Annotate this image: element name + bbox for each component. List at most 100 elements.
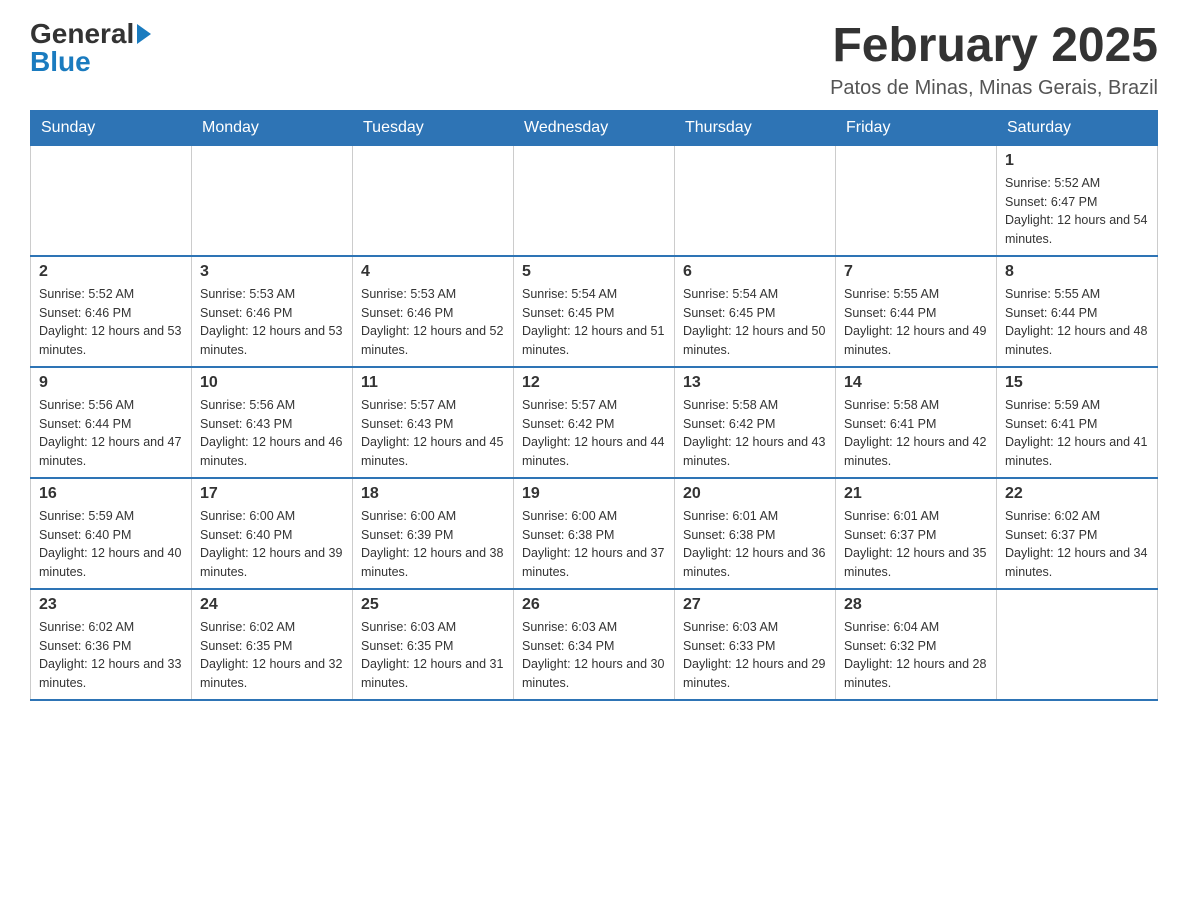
logo-arrow-icon [137,24,151,44]
day-info: Sunrise: 5:54 AMSunset: 6:45 PMDaylight:… [522,285,666,360]
calendar-cell [192,145,353,256]
weekday-header-tuesday: Tuesday [353,110,514,145]
day-info: Sunrise: 6:01 AMSunset: 6:37 PMDaylight:… [844,507,988,582]
day-info: Sunrise: 5:59 AMSunset: 6:41 PMDaylight:… [1005,396,1149,471]
calendar-cell: 8 Sunrise: 5:55 AMSunset: 6:44 PMDaylight… [997,256,1158,367]
day-number: 11 [361,374,505,392]
calendar-cell [997,589,1158,700]
day-info: Sunrise: 6:03 AMSunset: 6:34 PMDaylight:… [522,618,666,693]
day-info: Sunrise: 6:01 AMSunset: 6:38 PMDaylight:… [683,507,827,582]
day-info: Sunrise: 5:57 AMSunset: 6:42 PMDaylight:… [522,396,666,471]
day-number: 9 [39,374,183,392]
day-info: Sunrise: 5:53 AMSunset: 6:46 PMDaylight:… [200,285,344,360]
calendar-cell: 23 Sunrise: 6:02 AMSunset: 6:36 PMDayligh… [31,589,192,700]
calendar-cell: 17 Sunrise: 6:00 AMSunset: 6:40 PMDayligh… [192,478,353,589]
day-number: 22 [1005,485,1149,503]
day-info: Sunrise: 6:02 AMSunset: 6:35 PMDaylight:… [200,618,344,693]
calendar-cell [514,145,675,256]
day-info: Sunrise: 5:58 AMSunset: 6:41 PMDaylight:… [844,396,988,471]
calendar-cell: 5 Sunrise: 5:54 AMSunset: 6:45 PMDaylight… [514,256,675,367]
location-subtitle: Patos de Minas, Minas Gerais, Brazil [830,77,1158,100]
day-number: 16 [39,485,183,503]
day-number: 21 [844,485,988,503]
calendar-cell: 15 Sunrise: 5:59 AMSunset: 6:41 PMDayligh… [997,367,1158,478]
day-number: 7 [844,263,988,281]
calendar-week-2: 2 Sunrise: 5:52 AMSunset: 6:46 PMDaylight… [31,256,1158,367]
calendar-cell: 9Sunrise: 5:56 AMSunset: 6:44 PMDaylight… [31,367,192,478]
day-info: Sunrise: 6:00 AMSunset: 6:39 PMDaylight:… [361,507,505,582]
calendar-cell [353,145,514,256]
day-number: 12 [522,374,666,392]
day-number: 26 [522,596,666,614]
calendar-week-3: 9Sunrise: 5:56 AMSunset: 6:44 PMDaylight… [31,367,1158,478]
day-info: Sunrise: 5:58 AMSunset: 6:42 PMDaylight:… [683,396,827,471]
weekday-header-saturday: Saturday [997,110,1158,145]
day-info: Sunrise: 6:04 AMSunset: 6:32 PMDaylight:… [844,618,988,693]
calendar-cell: 27 Sunrise: 6:03 AMSunset: 6:33 PMDayligh… [675,589,836,700]
day-info: Sunrise: 5:52 AMSunset: 6:47 PMDaylight:… [1005,174,1149,249]
calendar-cell: 20 Sunrise: 6:01 AMSunset: 6:38 PMDayligh… [675,478,836,589]
day-info: Sunrise: 6:02 AMSunset: 6:37 PMDaylight:… [1005,507,1149,582]
day-info: Sunrise: 5:52 AMSunset: 6:46 PMDaylight:… [39,285,183,360]
day-info: Sunrise: 5:56 AMSunset: 6:43 PMDaylight:… [200,396,344,471]
day-number: 6 [683,263,827,281]
day-number: 27 [683,596,827,614]
calendar-cell: 2 Sunrise: 5:52 AMSunset: 6:46 PMDaylight… [31,256,192,367]
calendar-cell: 22 Sunrise: 6:02 AMSunset: 6:37 PMDayligh… [997,478,1158,589]
calendar-cell: 25 Sunrise: 6:03 AMSunset: 6:35 PMDayligh… [353,589,514,700]
calendar-header-row: SundayMondayTuesdayWednesdayThursdayFrid… [31,110,1158,145]
calendar-cell: 24Sunrise: 6:02 AMSunset: 6:35 PMDayligh… [192,589,353,700]
day-info: Sunrise: 6:03 AMSunset: 6:35 PMDaylight:… [361,618,505,693]
page-header: General Blue February 2025 Patos de Mina… [30,20,1158,100]
weekday-header-friday: Friday [836,110,997,145]
day-number: 23 [39,596,183,614]
day-number: 15 [1005,374,1149,392]
day-info: Sunrise: 5:55 AMSunset: 6:44 PMDaylight:… [1005,285,1149,360]
day-number: 25 [361,596,505,614]
day-number: 28 [844,596,988,614]
day-number: 3 [200,263,344,281]
day-number: 18 [361,485,505,503]
day-number: 5 [522,263,666,281]
day-number: 10 [200,374,344,392]
calendar-cell: 4 Sunrise: 5:53 AMSunset: 6:46 PMDaylight… [353,256,514,367]
calendar-cell [836,145,997,256]
title-block: February 2025 Patos de Minas, Minas Gera… [830,20,1158,100]
calendar-cell: 10 Sunrise: 5:56 AMSunset: 6:43 PMDayligh… [192,367,353,478]
day-info: Sunrise: 5:57 AMSunset: 6:43 PMDaylight:… [361,396,505,471]
day-info: Sunrise: 5:54 AMSunset: 6:45 PMDaylight:… [683,285,827,360]
weekday-header-sunday: Sunday [31,110,192,145]
calendar-cell: 6 Sunrise: 5:54 AMSunset: 6:45 PMDaylight… [675,256,836,367]
calendar-cell: 7Sunrise: 5:55 AMSunset: 6:44 PMDaylight… [836,256,997,367]
month-title: February 2025 [830,20,1158,73]
day-number: 1 [1005,152,1149,170]
calendar-week-4: 16 Sunrise: 5:59 AMSunset: 6:40 PMDayligh… [31,478,1158,589]
day-number: 17 [200,485,344,503]
logo-general-text: General [30,20,134,48]
calendar-week-5: 23 Sunrise: 6:02 AMSunset: 6:36 PMDayligh… [31,589,1158,700]
day-info: Sunrise: 6:03 AMSunset: 6:33 PMDaylight:… [683,618,827,693]
calendar-cell: 3 Sunrise: 5:53 AMSunset: 6:46 PMDaylight… [192,256,353,367]
weekday-header-wednesday: Wednesday [514,110,675,145]
day-info: Sunrise: 5:59 AMSunset: 6:40 PMDaylight:… [39,507,183,582]
calendar-cell: 12 Sunrise: 5:57 AMSunset: 6:42 PMDayligh… [514,367,675,478]
day-info: Sunrise: 6:00 AMSunset: 6:40 PMDaylight:… [200,507,344,582]
day-number: 14 [844,374,988,392]
calendar-cell: 21 Sunrise: 6:01 AMSunset: 6:37 PMDayligh… [836,478,997,589]
day-info: Sunrise: 5:53 AMSunset: 6:46 PMDaylight:… [361,285,505,360]
logo-blue-text: Blue [30,46,91,77]
day-number: 8 [1005,263,1149,281]
calendar-cell: 26 Sunrise: 6:03 AMSunset: 6:34 PMDayligh… [514,589,675,700]
calendar-cell: 11 Sunrise: 5:57 AMSunset: 6:43 PMDayligh… [353,367,514,478]
day-info: Sunrise: 6:02 AMSunset: 6:36 PMDaylight:… [39,618,183,693]
day-number: 19 [522,485,666,503]
day-number: 4 [361,263,505,281]
calendar-table: SundayMondayTuesdayWednesdayThursdayFrid… [30,110,1158,701]
calendar-cell: 13Sunrise: 5:58 AMSunset: 6:42 PMDayligh… [675,367,836,478]
calendar-cell: 18 Sunrise: 6:00 AMSunset: 6:39 PMDayligh… [353,478,514,589]
weekday-header-monday: Monday [192,110,353,145]
day-number: 20 [683,485,827,503]
calendar-cell: 28 Sunrise: 6:04 AMSunset: 6:32 PMDayligh… [836,589,997,700]
day-number: 2 [39,263,183,281]
calendar-cell [31,145,192,256]
